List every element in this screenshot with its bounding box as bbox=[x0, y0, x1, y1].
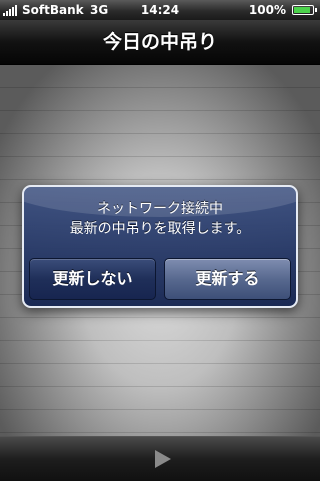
alert-message: ネットワーク接続中 最新の中吊りを取得します。 bbox=[24, 199, 296, 239]
play-icon bbox=[155, 450, 171, 468]
network-update-alert: ネットワーク接続中 最新の中吊りを取得します。 更新しない 更新する bbox=[22, 185, 298, 308]
update-button[interactable]: 更新する bbox=[164, 258, 291, 300]
alert-message-line-1: ネットワーク接続中 bbox=[97, 201, 223, 217]
bottom-toolbar bbox=[0, 436, 320, 481]
page-title: 今日の中吊り bbox=[102, 31, 217, 53]
status-bar: SoftBank 3G 14:24 100% bbox=[0, 0, 320, 20]
navigation-bar: 今日の中吊り bbox=[0, 20, 320, 65]
battery-icon bbox=[292, 5, 317, 15]
battery-percent: 100% bbox=[248, 3, 286, 17]
dont-update-button[interactable]: 更新しない bbox=[29, 258, 156, 300]
battery-level-fill bbox=[294, 7, 310, 13]
alert-message-line-2: 最新の中吊りを取得します。 bbox=[69, 221, 251, 237]
play-button[interactable] bbox=[150, 447, 174, 471]
